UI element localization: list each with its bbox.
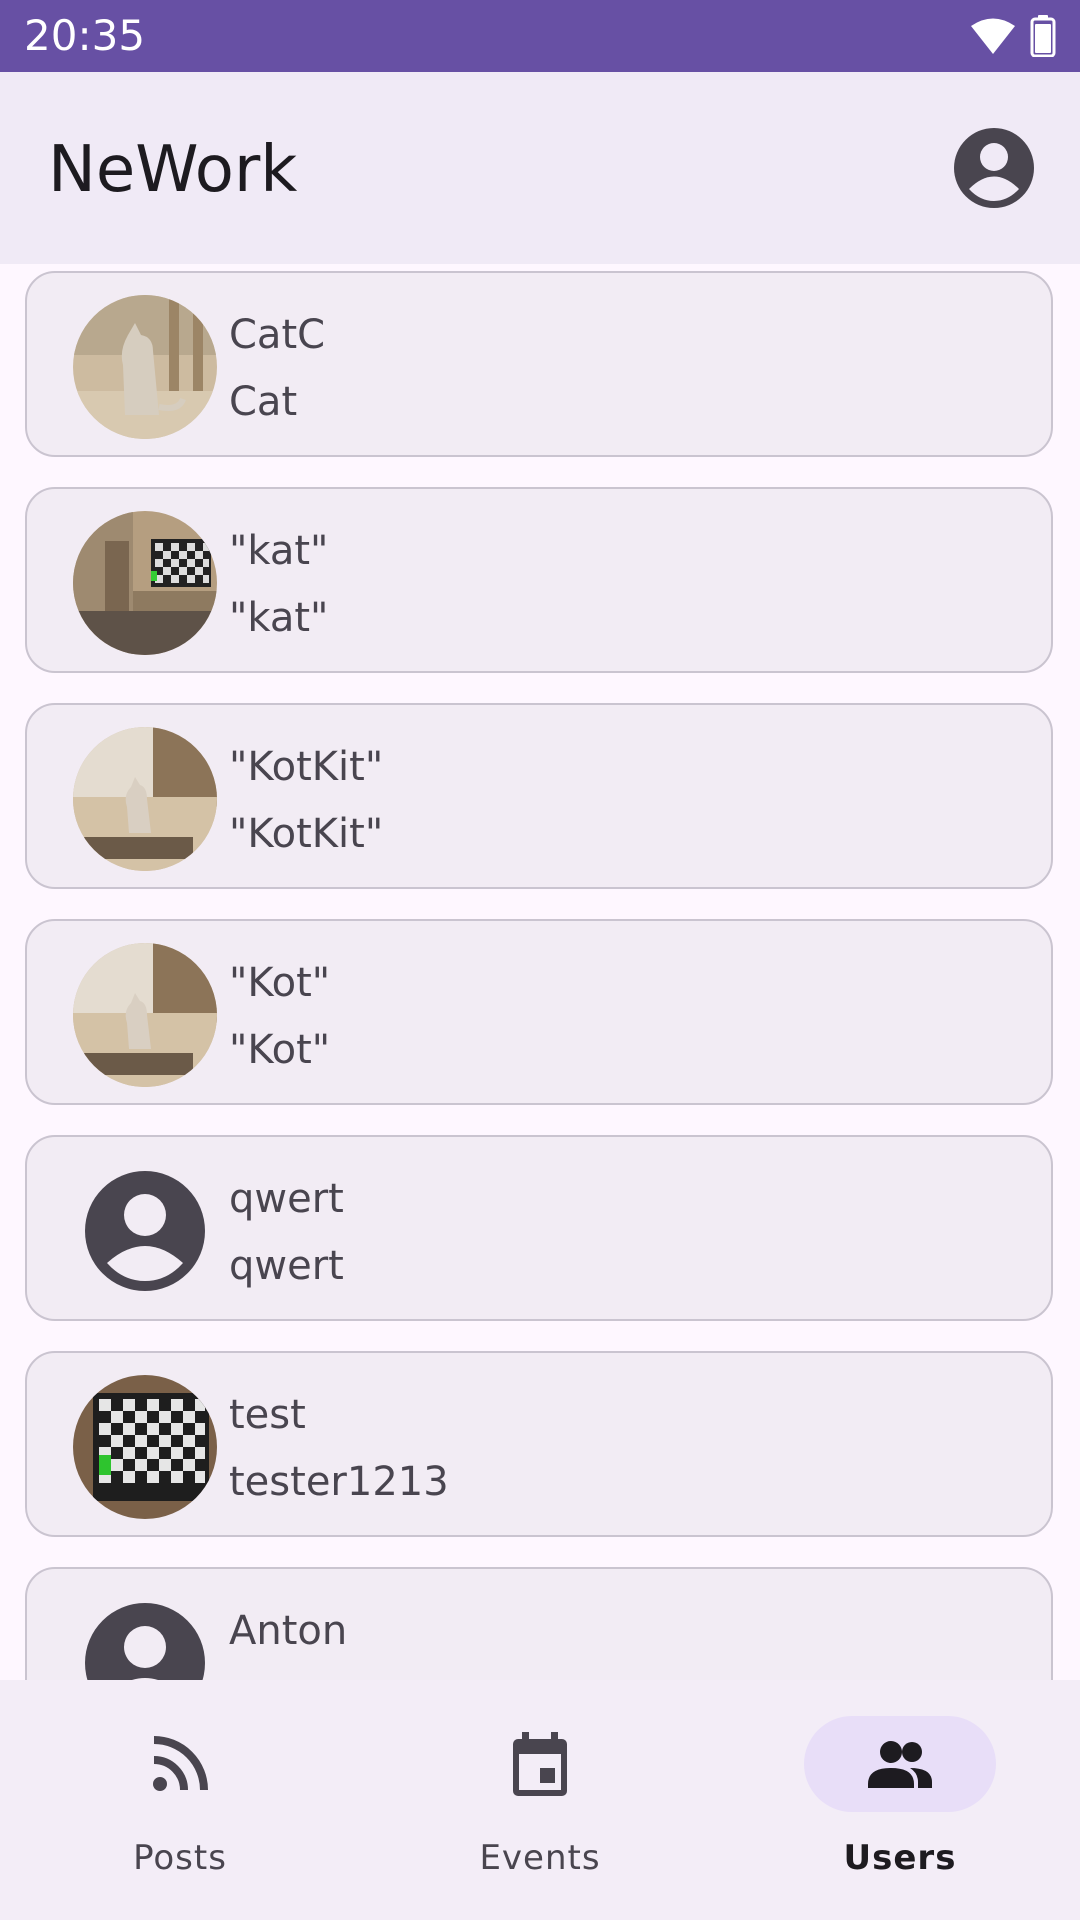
user-name: "kat" — [229, 528, 329, 574]
user-card[interactable]: "KotKit" "KotKit" — [25, 703, 1053, 889]
bottom-navigation: Posts Events Users — [0, 1680, 1080, 1920]
nav-label: Posts — [133, 1838, 227, 1878]
status-time: 20:35 — [24, 11, 146, 60]
nav-item-users[interactable]: Users — [720, 1680, 1080, 1920]
user-card[interactable]: "Kot" "Kot" — [25, 919, 1053, 1105]
nav-item-events[interactable]: Events — [360, 1680, 720, 1920]
cat-photo-icon — [73, 295, 217, 439]
users-screen: 20:35 NeWork CatC Cat "kat" "kat" "KotKi… — [0, 0, 1080, 1920]
user-avatar — [73, 295, 217, 439]
nav-label: Users — [843, 1838, 957, 1878]
app-title: NeWork — [48, 133, 298, 207]
feed-icon — [153, 1736, 208, 1791]
user-name: test — [229, 1392, 306, 1438]
status-icons — [970, 14, 1056, 58]
user-card[interactable]: Anton — [25, 1567, 1053, 1680]
user-name: Anton — [229, 1608, 348, 1654]
battery-icon — [1030, 15, 1056, 57]
user-login: "kat" — [229, 595, 329, 641]
user-name: "Kot" — [229, 960, 331, 1006]
users-list[interactable]: CatC Cat "kat" "kat" "KotKit" "KotKit" "… — [0, 264, 1080, 1680]
nav-label: Events — [479, 1838, 601, 1878]
user-name: "KotKit" — [229, 744, 384, 790]
tv-room-photo-icon — [73, 511, 217, 655]
user-card[interactable]: test tester1213 — [25, 1351, 1053, 1537]
user-name: CatC — [229, 312, 326, 358]
user-login: tester1213 — [229, 1459, 449, 1505]
cat-window-photo-icon — [73, 943, 217, 1087]
cat-window-photo-icon — [73, 727, 217, 871]
group-icon — [868, 1741, 932, 1788]
event-icon — [513, 1732, 567, 1796]
account-button[interactable] — [952, 126, 1036, 210]
user-login: "KotKit" — [229, 811, 384, 857]
user-avatar — [73, 727, 217, 871]
nav-item-posts[interactable]: Posts — [0, 1680, 360, 1920]
account-circle-icon — [954, 128, 1034, 208]
status-bar: 20:35 — [0, 0, 1080, 72]
user-avatar — [73, 1591, 217, 1680]
user-avatar — [73, 1375, 217, 1519]
user-card[interactable]: CatC Cat — [25, 271, 1053, 457]
user-login: Cat — [229, 379, 298, 425]
user-avatar — [73, 1159, 217, 1303]
user-login: "Kot" — [229, 1027, 331, 1073]
wifi-icon — [971, 18, 1015, 54]
user-name: qwert — [229, 1176, 344, 1222]
user-card[interactable]: "kat" "kat" — [25, 487, 1053, 673]
account-circle-icon — [85, 1603, 205, 1680]
user-card[interactable]: qwert qwert — [25, 1135, 1053, 1321]
tv-checker-photo-icon — [73, 1375, 217, 1519]
top-app-bar: NeWork — [0, 72, 1080, 264]
account-circle-icon — [85, 1171, 205, 1291]
user-avatar — [73, 943, 217, 1087]
user-avatar — [73, 511, 217, 655]
user-login: qwert — [229, 1243, 344, 1289]
